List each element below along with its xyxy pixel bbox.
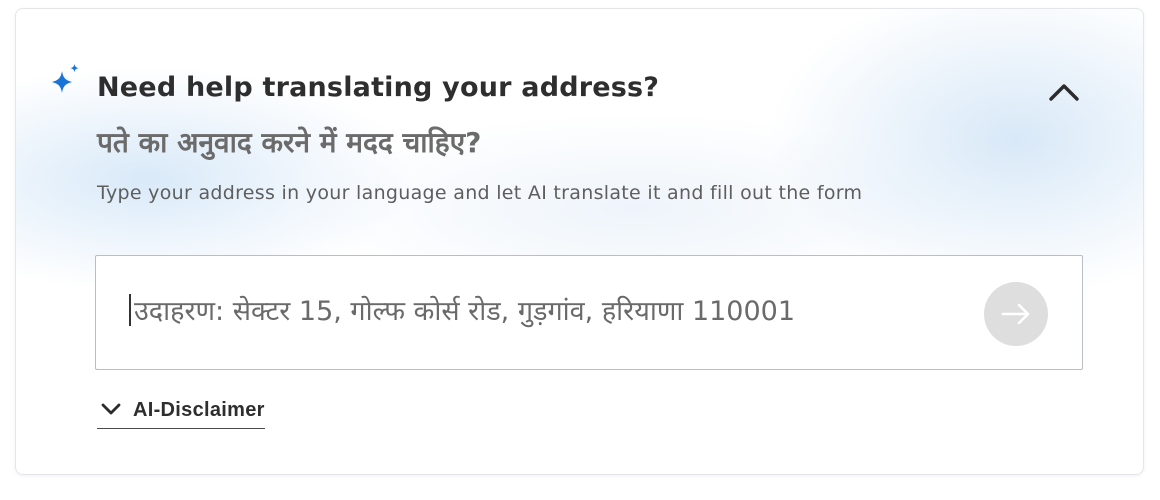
- sparkle-icon: [50, 63, 80, 97]
- ai-disclaimer-label: AI-Disclaimer: [133, 399, 265, 421]
- ai-disclaimer-toggle[interactable]: AI-Disclaimer: [97, 393, 265, 429]
- address-input-box: [95, 255, 1083, 370]
- text-caret: [129, 294, 131, 326]
- chevron-down-icon: [99, 399, 123, 422]
- hindi-subtitle: पते का अनुवाद करने में मदद चाहिए?: [97, 126, 482, 159]
- collapse-button[interactable]: [1042, 71, 1086, 111]
- card-description: Type your address in your language and l…: [97, 182, 863, 204]
- submit-button[interactable]: [984, 282, 1048, 346]
- address-translation-card: Need help translating your address? पते …: [15, 8, 1144, 475]
- card-title: Need help translating your address?: [97, 72, 660, 103]
- chevron-up-icon: [1042, 84, 1086, 114]
- address-input[interactable]: [134, 284, 964, 338]
